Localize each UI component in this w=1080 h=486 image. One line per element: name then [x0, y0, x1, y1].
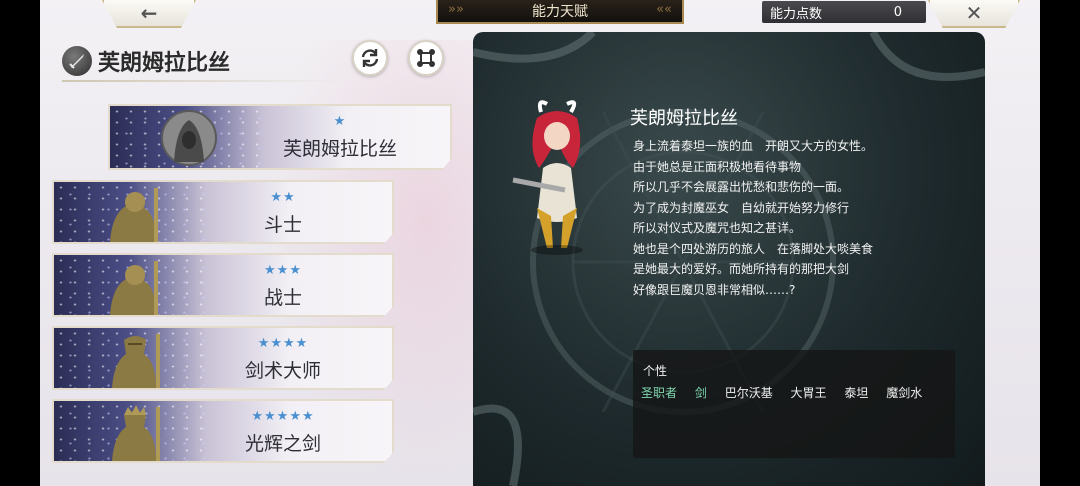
- refresh-icon: [361, 49, 379, 67]
- screen-title-plate: 能力天赋: [436, 0, 684, 24]
- class-card[interactable]: ★★★ 战士: [52, 253, 394, 317]
- trait-tag: 巴尔沃基: [724, 386, 773, 400]
- description-line: 身上流着泰坦一族的血 开朗又大方的女性。: [633, 139, 874, 153]
- class-name: 光辉之剑: [244, 433, 321, 455]
- back-button[interactable]: ←: [102, 0, 196, 28]
- character-sprite: [512, 100, 583, 255]
- trait-tag: 大胃王: [790, 386, 827, 400]
- description-line: 由于她总是正面积极地看待事物: [633, 159, 802, 174]
- rarity-stars: ★★★★★: [251, 409, 315, 424]
- rarity-stars: ★★★: [264, 263, 302, 278]
- class-card[interactable]: ★★ 斗士: [52, 180, 394, 244]
- description-line: 所以几乎不会展露出忧愁和悲伤的一面。: [633, 180, 850, 194]
- class-name: 战士: [263, 287, 302, 309]
- description-line: 她也是个四处游历的旅人 在落脚处大啖美食: [633, 241, 874, 256]
- trait-tag: 泰坦: [844, 386, 869, 400]
- character-header: 芙朗姆拉比丝: [62, 44, 230, 78]
- class-name: 剑术大师: [244, 360, 321, 382]
- screen-title: 能力天赋: [532, 4, 588, 20]
- trait-tag: 圣职者: [641, 386, 678, 400]
- description-line: 是她最大的爱好。而她所持有的那把大剑: [633, 262, 850, 276]
- ability-points-bar: 能力点数 0: [762, 1, 926, 23]
- character-detail-panel: 芙朗姆拉比丝 身上流着泰坦一族的血 开朗又大方的女性。 由于她总是正面积极地看待…: [473, 32, 985, 486]
- back-arrow-icon: ←: [140, 1, 158, 25]
- sword-class-icon: [62, 46, 92, 76]
- header-divider: [62, 80, 342, 82]
- description-line: 好像跟巨魔贝恩非常相似……?: [633, 282, 796, 297]
- character-name: 芙朗姆拉比丝: [98, 51, 231, 76]
- rarity-stars: ★★★★: [257, 336, 309, 351]
- class-name: 芙朗姆拉比丝: [282, 138, 397, 160]
- game-screen: ← 能力天赋 能力点数 0 ✕ 芙朗姆拉比丝: [40, 0, 1040, 486]
- class-card[interactable]: ★★★★★ 光辉之剑: [52, 399, 394, 463]
- rarity-stars: ★★: [270, 190, 296, 205]
- description-line: 为了成为封魔巫女 自幼就开始努力修行: [633, 200, 850, 215]
- trait-tag: 剑: [694, 386, 707, 400]
- rarity-stars: ★: [333, 114, 347, 129]
- close-icon: ✕: [965, 1, 983, 25]
- expand-icon: [417, 49, 435, 67]
- trait-tag: 魔剑水: [886, 386, 923, 400]
- traits-box: 个性 圣职者 剑 巴尔沃基 大胃王 泰坦 魔剑水: [633, 350, 955, 458]
- swap-button[interactable]: [352, 40, 388, 76]
- close-button[interactable]: ✕: [928, 0, 1020, 28]
- ability-points-label: 能力点数: [770, 6, 823, 22]
- class-name: 斗士: [263, 214, 302, 236]
- ability-points-value: 0: [893, 4, 902, 20]
- traits-list: 圣职者 剑 巴尔沃基 大胃王 泰坦 魔剑水: [641, 386, 941, 401]
- description-line: 所以对仪式及魔咒也知之甚详。: [633, 221, 802, 235]
- character-description: 身上流着泰坦一族的血 开朗又大方的女性。 由于她总是正面积极地看待事物 所以几乎…: [633, 136, 933, 300]
- class-card-selected[interactable]: ★ 芙朗姆拉比丝: [108, 104, 452, 170]
- traits-label: 个性: [643, 364, 668, 378]
- expand-button[interactable]: [408, 40, 444, 76]
- detail-character-name: 芙朗姆拉比丝: [630, 108, 738, 129]
- top-bar: ← 能力天赋 能力点数 0 ✕: [40, 0, 1040, 30]
- class-card[interactable]: ★★★★ 剑术大师: [52, 326, 394, 390]
